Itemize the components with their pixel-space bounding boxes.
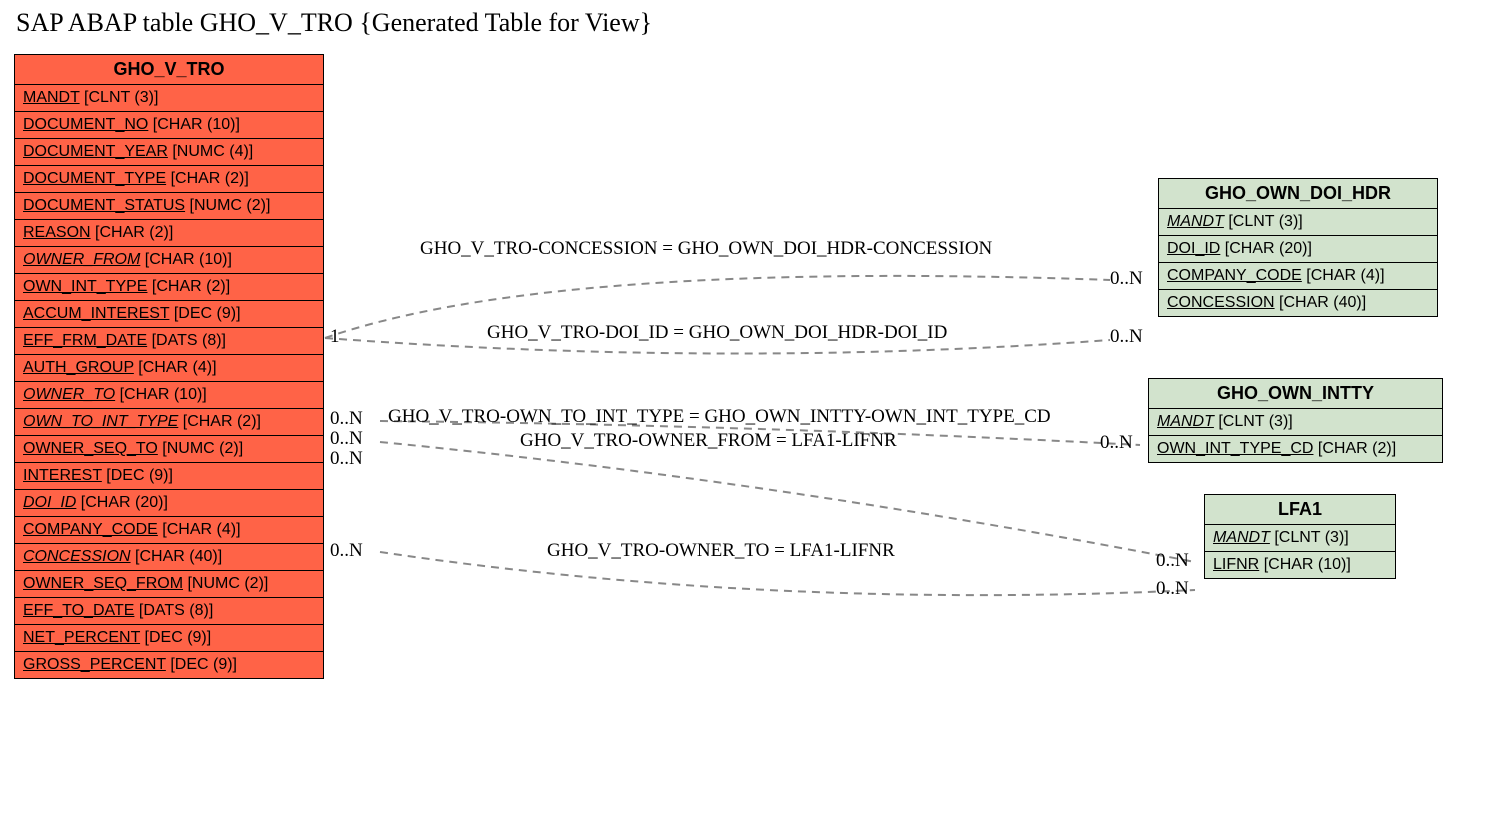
relation-label: GHO_V_TRO-DOI_ID = GHO_OWN_DOI_HDR-DOI_I… xyxy=(487,322,947,344)
entity-gho-own-doi-hdr: GHO_OWN_DOI_HDR MANDT [CLNT (3)] DOI_ID … xyxy=(1158,178,1438,317)
field-row: LIFNR [CHAR (10)] xyxy=(1205,552,1395,578)
cardinality-label: 1 xyxy=(330,326,340,348)
field-row: DOCUMENT_TYPE [CHAR (2)] xyxy=(15,166,323,193)
cardinality-label: 0..N xyxy=(330,540,363,562)
field-row: OWNER_FROM [CHAR (10)] xyxy=(15,247,323,274)
field-row: DOCUMENT_YEAR [NUMC (4)] xyxy=(15,139,323,166)
field-row: COMPANY_CODE [CHAR (4)] xyxy=(15,517,323,544)
cardinality-label: 0..N xyxy=(1156,578,1189,600)
relation-label: GHO_V_TRO-OWNER_TO = LFA1-LIFNR xyxy=(547,540,895,562)
field-row: GROSS_PERCENT [DEC (9)] xyxy=(15,652,323,678)
field-row: OWNER_SEQ_FROM [NUMC (2)] xyxy=(15,571,323,598)
field-row: MANDT [CLNT (3)] xyxy=(1205,525,1395,552)
field-row: MANDT [CLNT (3)] xyxy=(1149,409,1442,436)
field-row: CONCESSION [CHAR (40)] xyxy=(15,544,323,571)
field-row: EFF_FRM_DATE [DATS (8)] xyxy=(15,328,323,355)
entity-header: LFA1 xyxy=(1205,495,1395,525)
field-row: REASON [CHAR (2)] xyxy=(15,220,323,247)
cardinality-label: 0..N xyxy=(330,448,363,470)
entity-lfa1: LFA1 MANDT [CLNT (3)] LIFNR [CHAR (10)] xyxy=(1204,494,1396,579)
entity-gho-own-intty: GHO_OWN_INTTY MANDT [CLNT (3)] OWN_INT_T… xyxy=(1148,378,1443,463)
field-row: MANDT [CLNT (3)] xyxy=(15,85,323,112)
field-row: DOCUMENT_NO [CHAR (10)] xyxy=(15,112,323,139)
field-row: EFF_TO_DATE [DATS (8)] xyxy=(15,598,323,625)
field-row: INTEREST [DEC (9)] xyxy=(15,463,323,490)
field-row: AUTH_GROUP [CHAR (4)] xyxy=(15,355,323,382)
page-title: SAP ABAP table GHO_V_TRO {Generated Tabl… xyxy=(16,8,652,38)
entity-header: GHO_OWN_INTTY xyxy=(1149,379,1442,409)
field-row: ACCUM_INTEREST [DEC (9)] xyxy=(15,301,323,328)
cardinality-label: 0..N xyxy=(1100,432,1133,454)
field-row: OWNER_SEQ_TO [NUMC (2)] xyxy=(15,436,323,463)
cardinality-label: 0..N xyxy=(1110,326,1143,348)
field-row: OWN_INT_TYPE_CD [CHAR (2)] xyxy=(1149,436,1442,462)
cardinality-label: 0..N xyxy=(1156,550,1189,572)
field-row: COMPANY_CODE [CHAR (4)] xyxy=(1159,263,1437,290)
field-row: MANDT [CLNT (3)] xyxy=(1159,209,1437,236)
entity-header: GHO_OWN_DOI_HDR xyxy=(1159,179,1437,209)
relation-label: GHO_V_TRO-OWN_TO_INT_TYPE = GHO_OWN_INTT… xyxy=(388,406,1051,428)
field-row: DOCUMENT_STATUS [NUMC (2)] xyxy=(15,193,323,220)
cardinality-label: 0..N xyxy=(330,428,363,450)
cardinality-label: 0..N xyxy=(1110,268,1143,290)
field-row: OWN_INT_TYPE [CHAR (2)] xyxy=(15,274,323,301)
relation-label: GHO_V_TRO-CONCESSION = GHO_OWN_DOI_HDR-C… xyxy=(420,238,992,260)
field-row: CONCESSION [CHAR (40)] xyxy=(1159,290,1437,316)
entity-header: GHO_V_TRO xyxy=(15,55,323,85)
field-row: OWNER_TO [CHAR (10)] xyxy=(15,382,323,409)
relation-label: GHO_V_TRO-OWNER_FROM = LFA1-LIFNR xyxy=(520,430,897,452)
field-row: DOI_ID [CHAR (20)] xyxy=(1159,236,1437,263)
field-row: DOI_ID [CHAR (20)] xyxy=(15,490,323,517)
field-row: OWN_TO_INT_TYPE [CHAR (2)] xyxy=(15,409,323,436)
cardinality-label: 0..N xyxy=(330,408,363,430)
field-row: NET_PERCENT [DEC (9)] xyxy=(15,625,323,652)
entity-gho-v-tro: GHO_V_TRO MANDT [CLNT (3)] DOCUMENT_NO [… xyxy=(14,54,324,679)
